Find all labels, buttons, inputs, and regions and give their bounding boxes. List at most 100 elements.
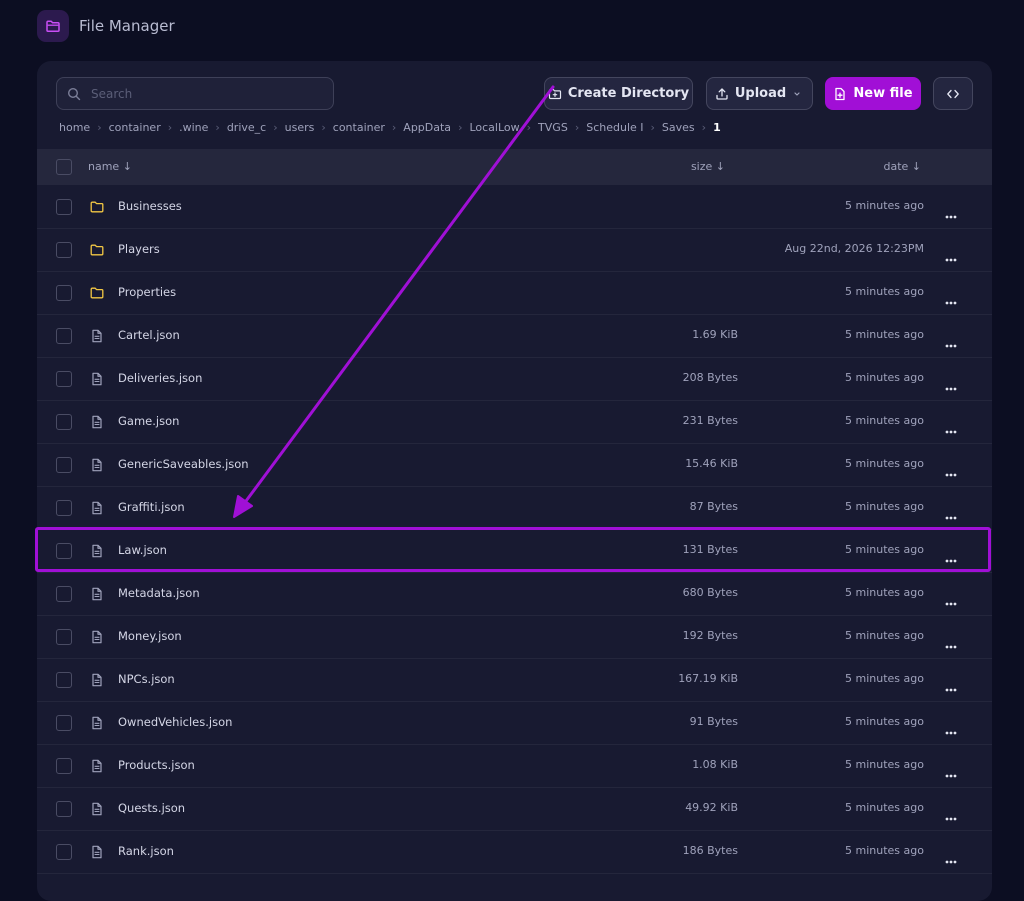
file-row[interactable]: Rank.json 186 Bytes 5 minutes ago bbox=[37, 830, 992, 874]
row-name[interactable]: Money.json bbox=[118, 629, 182, 643]
column-header-date[interactable]: date ↓ bbox=[837, 160, 921, 173]
row-checkbox[interactable] bbox=[56, 500, 72, 516]
more-options-icon[interactable] bbox=[945, 763, 957, 782]
row-checkbox[interactable] bbox=[56, 242, 72, 258]
file-row[interactable]: Products.json 1.08 KiB 5 minutes ago bbox=[37, 744, 992, 788]
row-checkbox[interactable] bbox=[56, 801, 72, 817]
app-header: File Manager bbox=[37, 10, 175, 42]
breadcrumb-item[interactable]: Saves bbox=[662, 121, 695, 134]
row-checkbox[interactable] bbox=[56, 414, 72, 430]
more-options-icon[interactable] bbox=[945, 849, 957, 868]
column-header-name[interactable]: name ↓ bbox=[88, 160, 132, 173]
file-row[interactable]: Deliveries.json 208 Bytes 5 minutes ago bbox=[37, 357, 992, 401]
row-checkbox[interactable] bbox=[56, 328, 72, 344]
file-icon bbox=[90, 629, 104, 648]
row-date: 5 minutes ago bbox=[845, 457, 924, 470]
row-checkbox[interactable] bbox=[56, 457, 72, 473]
row-size: 208 Bytes bbox=[682, 371, 738, 384]
file-row[interactable]: Law.json 131 Bytes 5 minutes ago bbox=[37, 529, 992, 573]
breadcrumb-item[interactable]: drive_c bbox=[227, 121, 266, 134]
row-name[interactable]: Metadata.json bbox=[118, 586, 200, 600]
search-icon bbox=[67, 87, 81, 100]
breadcrumb-current: 1 bbox=[713, 120, 721, 134]
upload-button[interactable]: Upload bbox=[706, 77, 813, 110]
row-name[interactable]: Cartel.json bbox=[118, 328, 180, 342]
row-name[interactable]: Products.json bbox=[118, 758, 195, 772]
row-size: 680 Bytes bbox=[682, 586, 738, 599]
row-date: 5 minutes ago bbox=[845, 371, 924, 384]
row-name[interactable]: Businesses bbox=[118, 199, 182, 213]
row-name[interactable]: Deliveries.json bbox=[118, 371, 202, 385]
row-checkbox[interactable] bbox=[56, 199, 72, 215]
more-options-icon[interactable] bbox=[945, 634, 957, 653]
row-checkbox[interactable] bbox=[56, 371, 72, 387]
select-all-checkbox[interactable] bbox=[56, 159, 72, 175]
row-name[interactable]: OwnedVehicles.json bbox=[118, 715, 232, 729]
row-checkbox[interactable] bbox=[56, 715, 72, 731]
file-row[interactable]: Metadata.json 680 Bytes 5 minutes ago bbox=[37, 572, 992, 616]
file-row[interactable]: OwnedVehicles.json 91 Bytes 5 minutes ago bbox=[37, 701, 992, 745]
breadcrumb-item[interactable]: users bbox=[285, 121, 315, 134]
file-row[interactable]: Money.json 192 Bytes 5 minutes ago bbox=[37, 615, 992, 659]
row-name[interactable]: NPCs.json bbox=[118, 672, 175, 686]
breadcrumb-item[interactable]: TVGS bbox=[538, 121, 568, 134]
file-row[interactable]: Quests.json 49.92 KiB 5 minutes ago bbox=[37, 787, 992, 831]
breadcrumb-item[interactable]: home bbox=[59, 121, 90, 134]
more-options-icon[interactable] bbox=[945, 247, 957, 266]
breadcrumb-item[interactable]: .wine bbox=[179, 121, 208, 134]
more-options-icon[interactable] bbox=[945, 591, 957, 610]
search-input[interactable] bbox=[89, 85, 323, 102]
breadcrumb-item[interactable]: container bbox=[333, 121, 385, 134]
row-checkbox[interactable] bbox=[56, 543, 72, 559]
folder-row[interactable]: Players Aug 22nd, 2026 12:23PM bbox=[37, 228, 992, 272]
row-checkbox[interactable] bbox=[56, 285, 72, 301]
row-checkbox[interactable] bbox=[56, 844, 72, 860]
more-options-icon[interactable] bbox=[945, 505, 957, 524]
code-view-button[interactable] bbox=[933, 77, 973, 110]
more-options-icon[interactable] bbox=[945, 376, 957, 395]
more-options-icon[interactable] bbox=[945, 462, 957, 481]
file-row[interactable]: Cartel.json 1.69 KiB 5 minutes ago bbox=[37, 314, 992, 358]
row-name[interactable]: Players bbox=[118, 242, 160, 256]
more-options-icon[interactable] bbox=[945, 677, 957, 696]
row-name[interactable]: Properties bbox=[118, 285, 176, 299]
breadcrumb-item[interactable]: Schedule I bbox=[586, 121, 643, 134]
folder-row[interactable]: Properties 5 minutes ago bbox=[37, 271, 992, 315]
row-checkbox[interactable] bbox=[56, 758, 72, 774]
row-name[interactable]: Law.json bbox=[118, 543, 167, 557]
row-name[interactable]: Game.json bbox=[118, 414, 179, 428]
folder-plus-icon bbox=[548, 88, 561, 99]
breadcrumb-item[interactable]: AppData bbox=[403, 121, 451, 134]
row-checkbox[interactable] bbox=[56, 629, 72, 645]
row-name[interactable]: GenericSaveables.json bbox=[118, 457, 249, 471]
file-row[interactable]: GenericSaveables.json 15.46 KiB 5 minutes … bbox=[37, 443, 992, 487]
more-options-icon[interactable] bbox=[945, 333, 957, 352]
more-options-icon[interactable] bbox=[945, 720, 957, 739]
file-row[interactable]: NPCs.json 167.19 KiB 5 minutes ago bbox=[37, 658, 992, 702]
folder-row[interactable]: Businesses 5 minutes ago bbox=[37, 185, 992, 229]
breadcrumb-item[interactable]: container bbox=[109, 121, 161, 134]
file-row[interactable]: Graffiti.json 87 Bytes 5 minutes ago bbox=[37, 486, 992, 530]
row-size: 87 Bytes bbox=[689, 500, 738, 513]
row-date: 5 minutes ago bbox=[845, 328, 924, 341]
more-options-icon[interactable] bbox=[945, 290, 957, 309]
file-manager-panel: Create Directory Upload New file home › co… bbox=[37, 61, 992, 901]
row-name[interactable]: Quests.json bbox=[118, 801, 185, 815]
row-checkbox[interactable] bbox=[56, 586, 72, 602]
column-header-size[interactable]: size ↓ bbox=[637, 160, 725, 173]
file-row[interactable]: Game.json 231 Bytes 5 minutes ago bbox=[37, 400, 992, 444]
search-box[interactable] bbox=[56, 77, 334, 110]
new-file-button[interactable]: New file bbox=[825, 77, 921, 110]
more-options-icon[interactable] bbox=[945, 419, 957, 438]
more-options-icon[interactable] bbox=[945, 806, 957, 825]
file-icon bbox=[90, 543, 104, 562]
more-options-icon[interactable] bbox=[945, 548, 957, 567]
breadcrumb-item[interactable]: LocalLow bbox=[469, 121, 519, 134]
file-icon bbox=[90, 500, 104, 519]
breadcrumb-separator-icon: › bbox=[650, 120, 655, 134]
more-options-icon[interactable] bbox=[945, 204, 957, 223]
create-directory-button[interactable]: Create Directory bbox=[544, 77, 693, 110]
row-name[interactable]: Graffiti.json bbox=[118, 500, 185, 514]
row-checkbox[interactable] bbox=[56, 672, 72, 688]
row-name[interactable]: Rank.json bbox=[118, 844, 174, 858]
